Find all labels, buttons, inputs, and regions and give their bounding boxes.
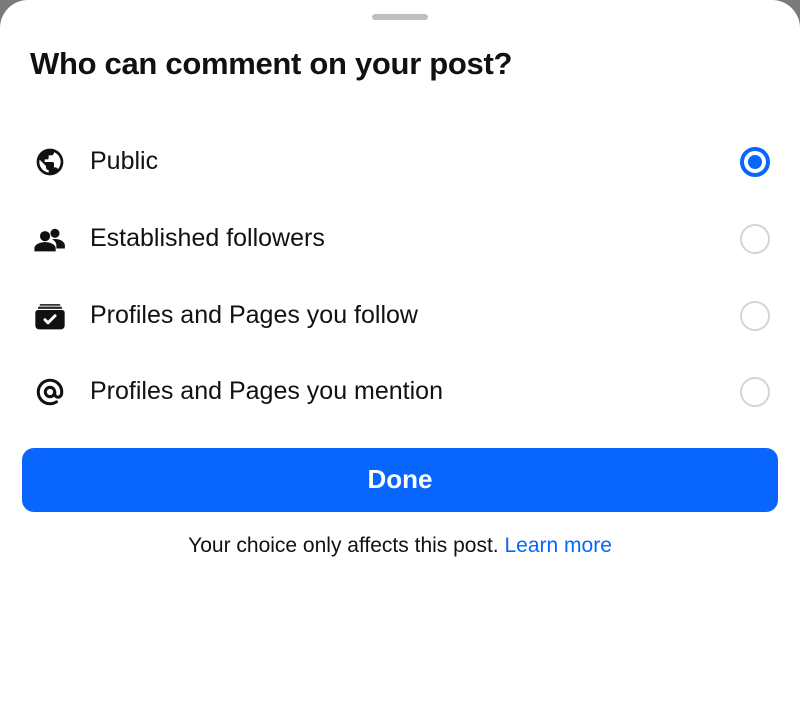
radio-public[interactable]	[740, 147, 770, 177]
folder-check-icon	[30, 300, 70, 332]
option-profiles-pages-follow[interactable]: Profiles and Pages you follow	[30, 278, 770, 354]
radio-established-followers[interactable]	[740, 224, 770, 254]
footer-note: Your choice only affects this post.	[188, 534, 504, 557]
options-list: Public Established followers	[0, 124, 800, 430]
comment-settings-sheet: Who can comment on your post? Public Est…	[0, 0, 800, 703]
sheet-title: Who can comment on your post?	[0, 46, 800, 82]
radio-profiles-pages-mention[interactable]	[740, 377, 770, 407]
radio-profiles-pages-follow[interactable]	[740, 301, 770, 331]
footer-text: Your choice only affects this post. Lear…	[0, 534, 800, 558]
globe-icon	[30, 146, 70, 178]
option-label: Profiles and Pages you follow	[90, 301, 720, 330]
people-icon	[30, 222, 70, 256]
sheet-grabber[interactable]	[372, 14, 428, 20]
done-button[interactable]: Done	[22, 448, 778, 512]
option-profiles-pages-mention[interactable]: Profiles and Pages you mention	[30, 354, 770, 430]
option-label: Public	[90, 147, 720, 176]
option-label: Established followers	[90, 224, 720, 253]
learn-more-link[interactable]: Learn more	[504, 534, 611, 557]
option-established-followers[interactable]: Established followers	[30, 200, 770, 278]
option-label: Profiles and Pages you mention	[90, 377, 720, 406]
at-icon	[30, 376, 70, 408]
option-public[interactable]: Public	[30, 124, 770, 200]
